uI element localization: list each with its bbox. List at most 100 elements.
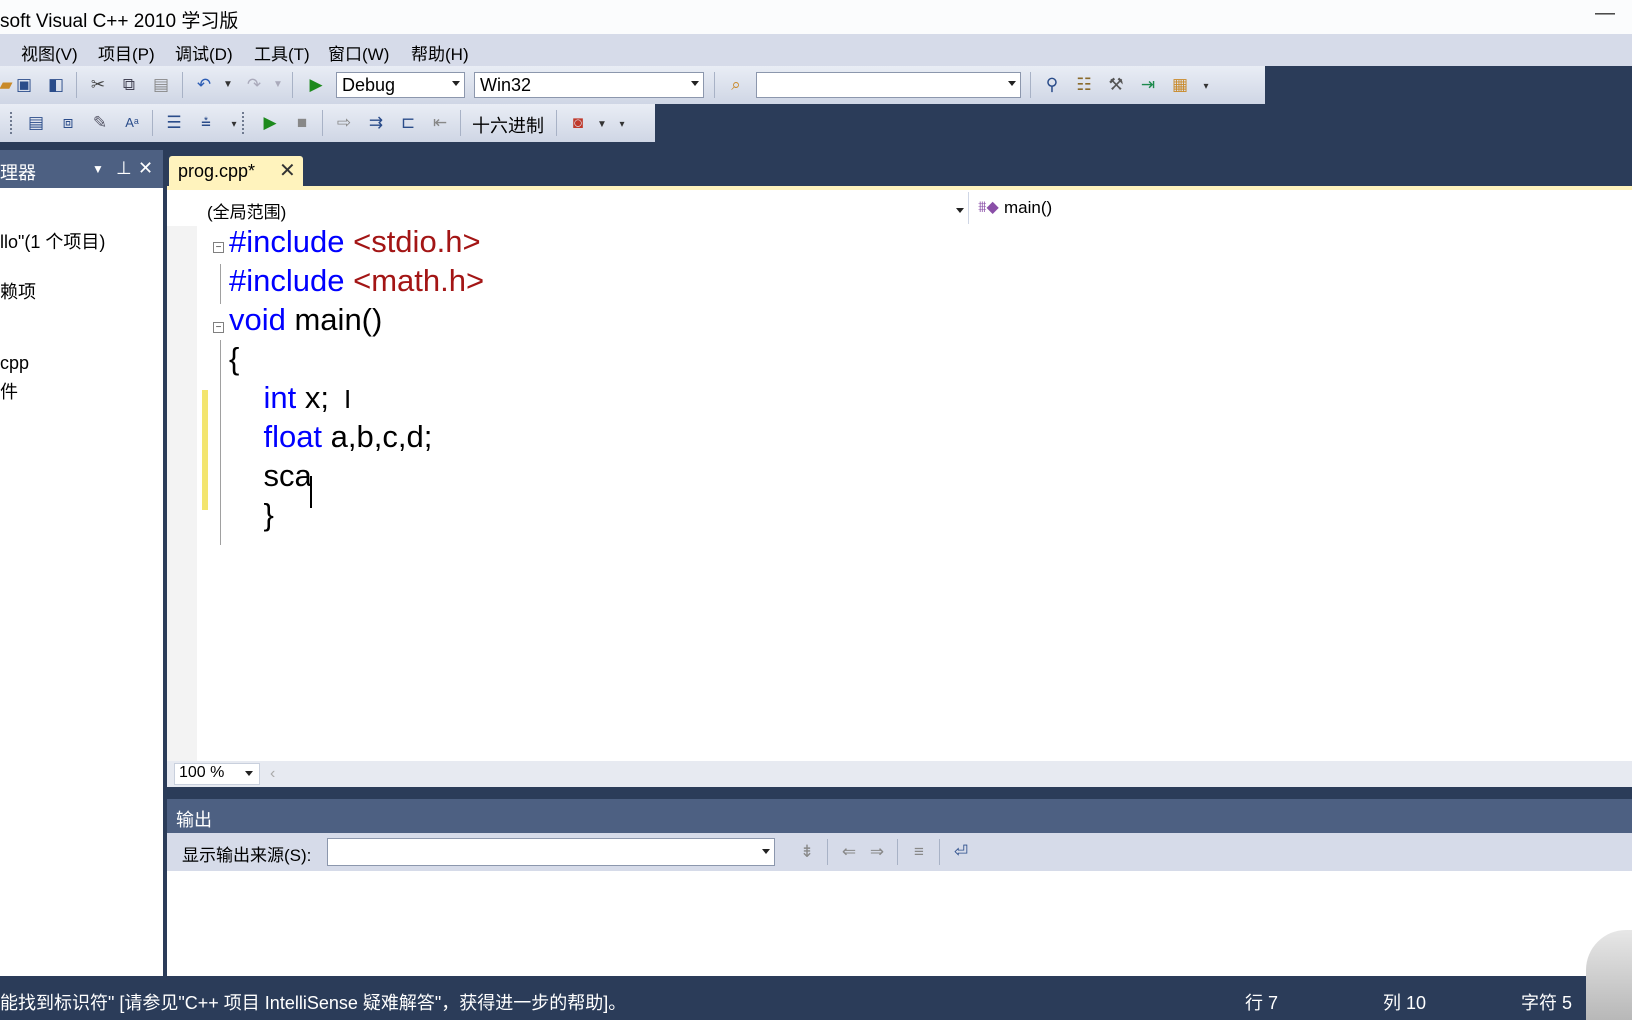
menu-tools[interactable]: 工具(T) — [254, 40, 310, 65]
stop-icon[interactable]: ■ — [290, 112, 314, 134]
word-wrap-icon[interactable]: ⏎ — [949, 841, 973, 863]
menu-bar: 视图(V) 项目(P) 调试(D) 工具(T) 窗口(W) 帮助(H) — [0, 34, 1632, 66]
menu-view[interactable]: 视图(V) — [21, 40, 78, 65]
undo-icon[interactable]: ↶ — [192, 74, 216, 96]
separator — [322, 110, 323, 136]
tree-item-source-file[interactable]: cpp — [0, 353, 29, 374]
minimize-button[interactable]: — — [1592, 2, 1618, 30]
breakpoint-window-icon[interactable]: ▤ — [24, 112, 48, 134]
step-over-icon[interactable]: ⊏ — [396, 112, 420, 134]
next-message-icon[interactable]: ⇒ — [865, 841, 889, 863]
fold-guide — [220, 264, 221, 304]
code-token: { — [229, 341, 240, 376]
code-token: float — [263, 419, 323, 454]
window-icon[interactable]: ◙ — [566, 112, 590, 134]
output-text-area[interactable] — [167, 871, 1632, 976]
solution-config-value: Debug — [342, 75, 396, 95]
collapse-icon[interactable]: − — [213, 242, 224, 253]
indent-icon[interactable]: ☰ — [162, 112, 186, 134]
fold-guide — [220, 340, 221, 545]
status-message: 能找到标识符" [请参见"C++ 项目 IntelliSense 疑难解答"，获… — [0, 993, 627, 1013]
toolbar-grip[interactable] — [8, 110, 14, 136]
menu-window[interactable]: 窗口(W) — [328, 40, 389, 65]
save-all-icon[interactable]: ◧ — [44, 74, 68, 96]
toolbar-overflow-icon[interactable]: ▾ — [610, 114, 634, 136]
document-tab-strip — [167, 150, 1632, 188]
paste-icon[interactable]: ▤ — [149, 74, 173, 96]
font-size-icon[interactable]: Aᵃ — [120, 112, 144, 134]
output-source-select[interactable] — [327, 838, 775, 866]
find-combo[interactable] — [756, 72, 1021, 98]
scope-select[interactable] — [174, 194, 968, 224]
window-title: soft Visual C++ 2010 学习版 — [0, 11, 239, 32]
undo-dropdown-icon[interactable]: ▼ — [216, 74, 240, 96]
find-message-icon[interactable]: ⇟ — [795, 841, 819, 863]
save-icon[interactable]: ▣ — [12, 74, 36, 96]
copy-icon[interactable]: ⧉ — [117, 74, 141, 96]
separator — [1030, 72, 1031, 98]
callstack-icon[interactable]: ✎ — [88, 112, 112, 134]
function-select[interactable] — [970, 194, 1632, 224]
cut-icon[interactable]: ✂ — [86, 74, 110, 96]
redo-icon[interactable]: ↷ — [242, 74, 266, 96]
hex-toggle-button[interactable]: 十六进制 — [472, 112, 544, 138]
chevron-down-icon — [762, 849, 770, 854]
step-out-icon[interactable]: ⇤ — [428, 112, 452, 134]
zoom-select[interactable]: 100 % — [174, 763, 260, 785]
toolbar-grip[interactable] — [240, 110, 246, 136]
separator — [556, 110, 557, 136]
previous-message-icon[interactable]: ⇐ — [837, 841, 861, 863]
separator — [152, 110, 153, 136]
text-caret — [310, 476, 312, 508]
find-in-files-icon[interactable]: ⌕ — [724, 74, 748, 96]
menu-help[interactable]: 帮助(H) — [411, 40, 469, 65]
comment-icon[interactable]: ⩮ — [194, 112, 218, 134]
change-indicator — [202, 390, 208, 510]
output-icon[interactable]: ⇥ — [1136, 74, 1160, 96]
separator — [292, 72, 293, 98]
properties-icon[interactable]: ☷ — [1072, 74, 1096, 96]
output-panel-title: 输出 — [176, 810, 212, 830]
tree-item-dependencies[interactable]: 赖项 — [0, 278, 36, 304]
continue-icon[interactable]: ▶ — [258, 112, 282, 134]
platform-value: Win32 — [480, 75, 532, 95]
separator — [76, 72, 77, 98]
editor-gutter — [167, 226, 197, 761]
clear-all-icon[interactable]: ≡ — [907, 841, 931, 863]
code-token: #include — [229, 263, 354, 298]
chevron-down-icon — [956, 208, 964, 213]
step-icon[interactable]: ⇨ — [332, 112, 356, 134]
chevron-down-icon[interactable]: ▼ — [92, 162, 104, 176]
pin-icon[interactable]: ⊥ — [116, 158, 132, 179]
scroll-left-icon[interactable]: ‹ — [270, 765, 275, 783]
code-line: int x; — [229, 380, 328, 416]
separator — [897, 839, 898, 865]
status-column: 列 10 — [1383, 993, 1427, 1013]
separator — [827, 839, 828, 865]
separator — [968, 192, 969, 224]
code-line: float a,b,c,d; — [229, 419, 432, 455]
platform-select[interactable]: Win32 — [474, 72, 704, 98]
code-line: { — [229, 341, 239, 377]
toolbox-icon[interactable]: ⚒ — [1104, 74, 1128, 96]
collapse-icon[interactable]: − — [213, 322, 224, 333]
toolbar-overflow-icon[interactable]: ▾ — [1194, 76, 1218, 98]
tree-item-files[interactable]: 件 — [0, 378, 18, 404]
redo-dropdown-icon[interactable]: ▼ — [266, 74, 290, 96]
step-into-icon[interactable]: ⇉ — [364, 112, 388, 134]
solution-explorer-icon[interactable]: ⚲ — [1040, 74, 1064, 96]
menu-project[interactable]: 项目(P) — [98, 40, 155, 65]
solution-config-select[interactable]: Debug — [336, 72, 465, 98]
close-icon[interactable]: ✕ — [279, 158, 296, 183]
menu-debug[interactable]: 调试(D) — [175, 40, 233, 65]
locals-icon[interactable]: ⧈ — [56, 112, 80, 134]
tree-item-solution[interactable]: llo"(1 个项目) — [0, 228, 105, 254]
close-icon[interactable]: ✕ — [138, 158, 153, 179]
class-view-icon[interactable]: ▦ — [1168, 74, 1192, 96]
code-token: #include — [229, 224, 354, 259]
code-token: int — [263, 380, 297, 415]
editor-footer — [167, 761, 1632, 787]
start-debug-icon[interactable]: ▶ — [304, 74, 328, 96]
